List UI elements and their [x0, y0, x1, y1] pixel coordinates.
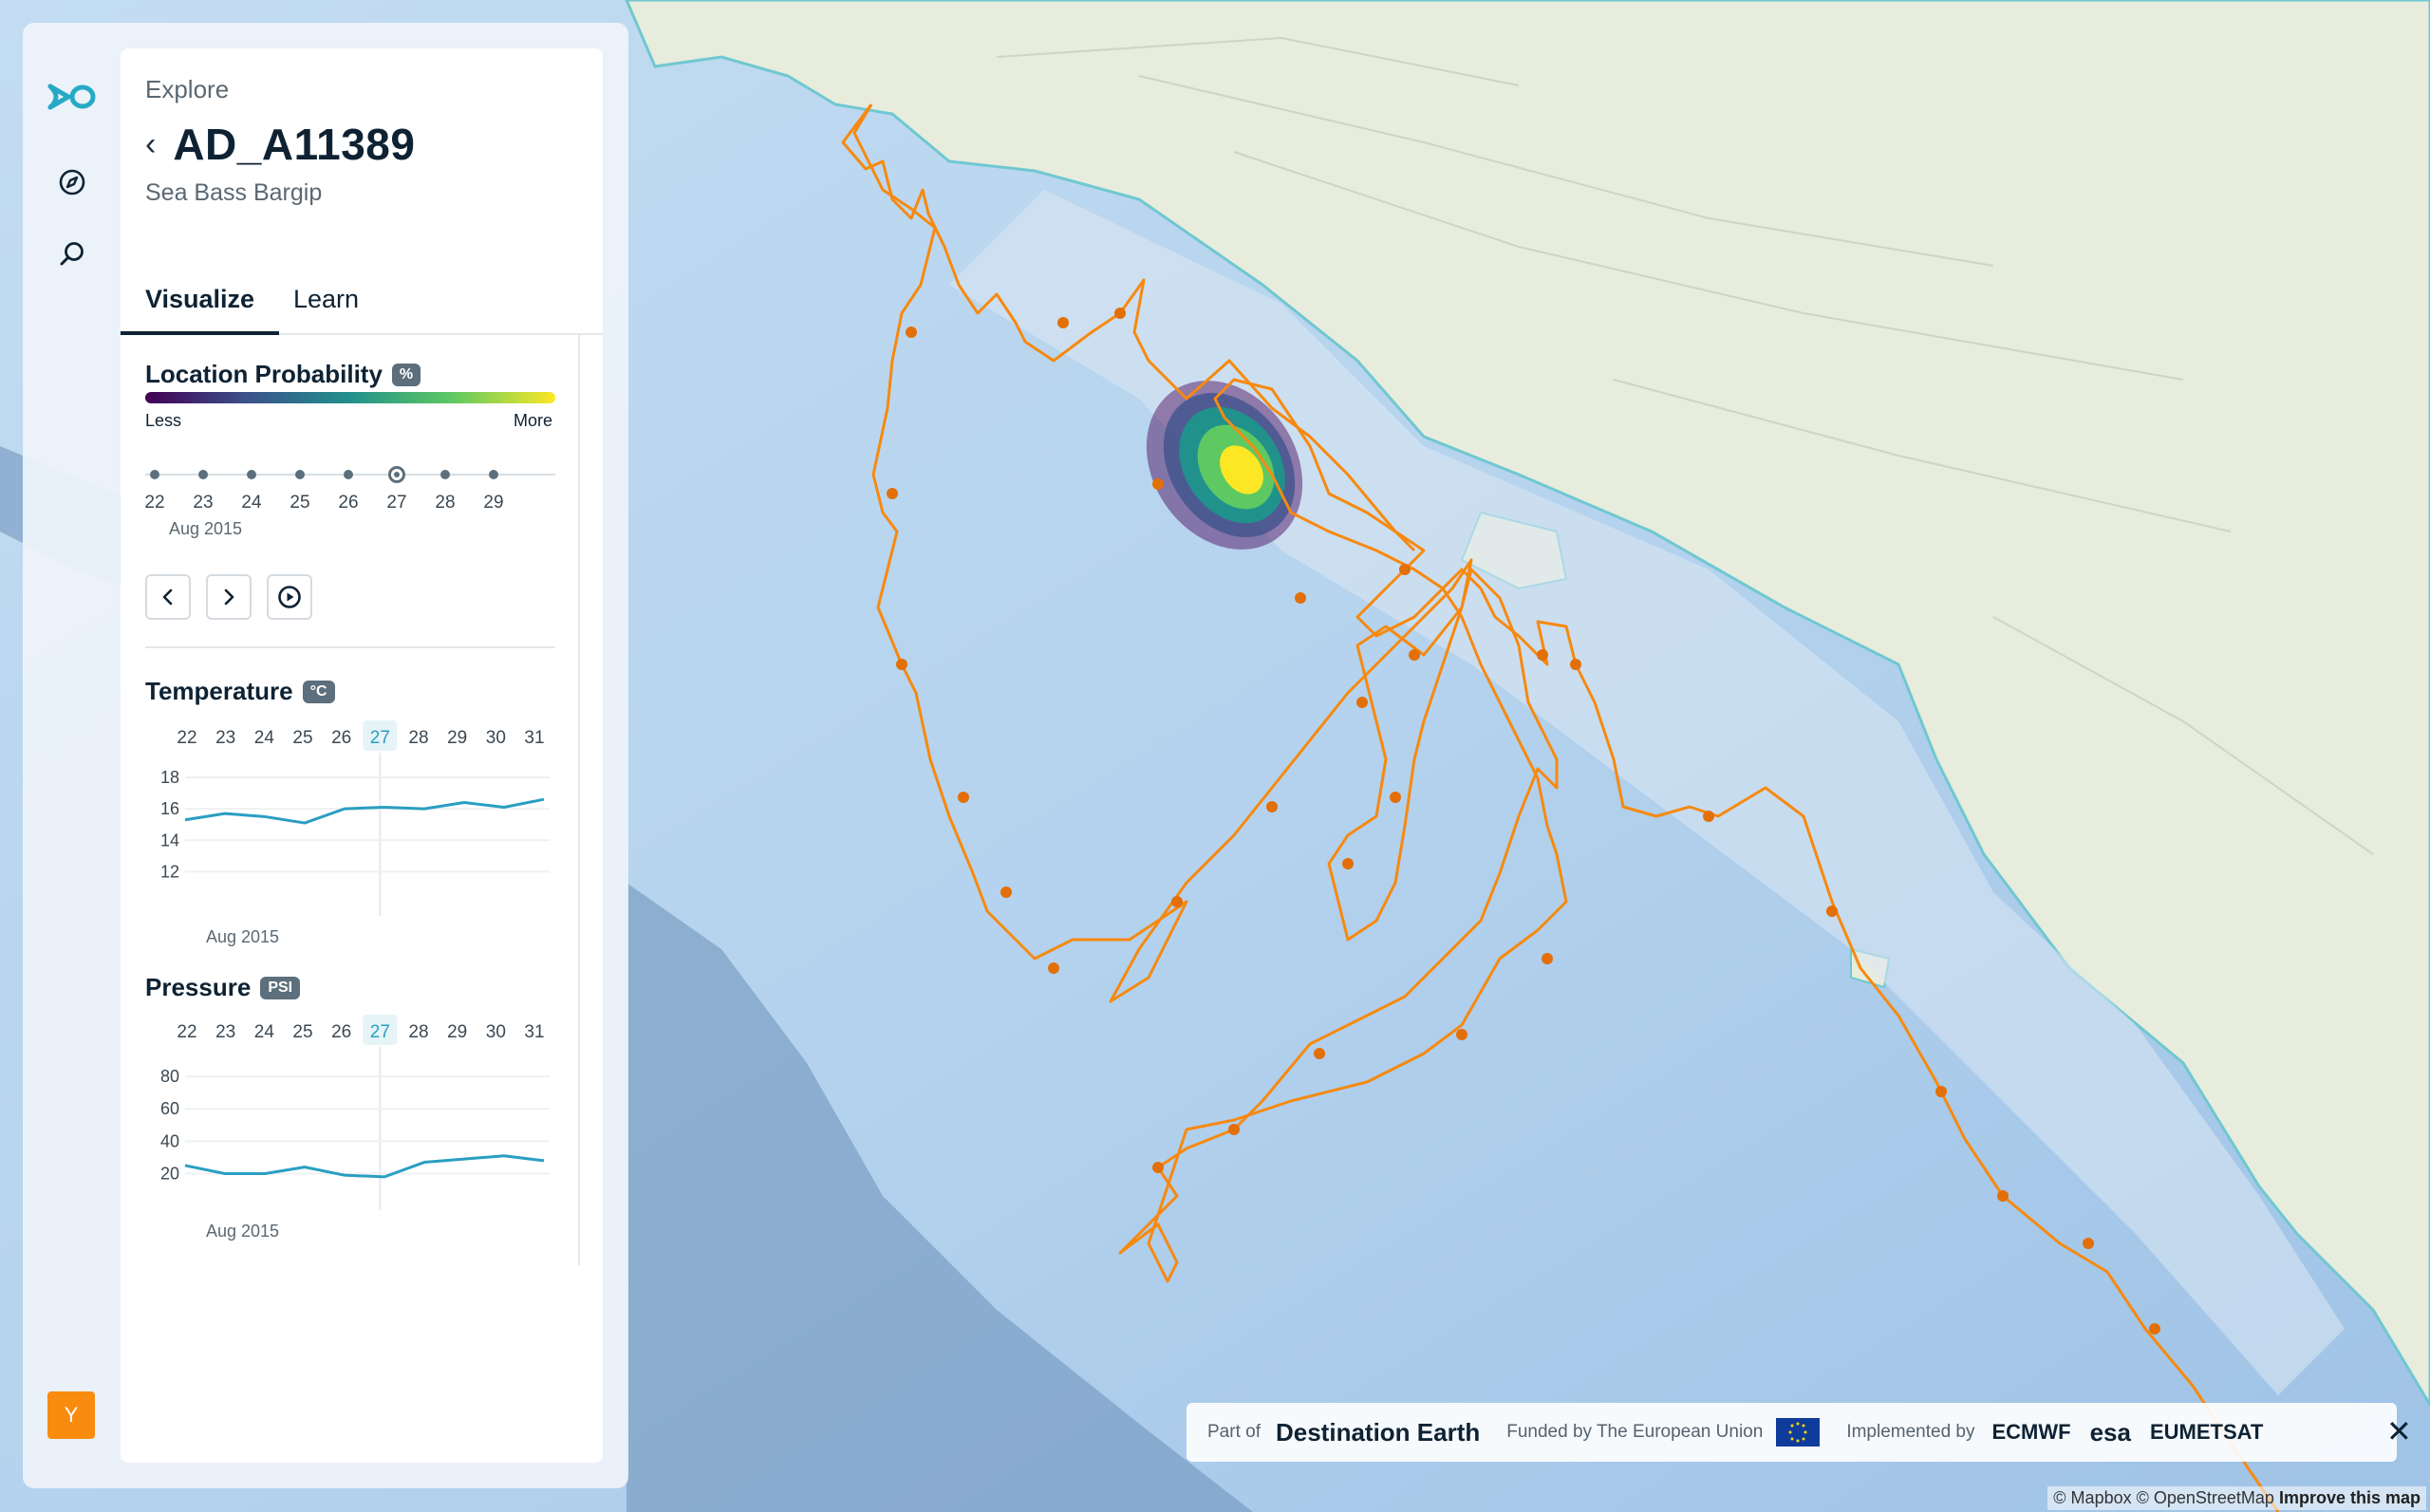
- temperature-chart[interactable]: 22 23 24 25 26 27 28 29 30 31 18 16 14 12 Aug 2015: [121, 719, 578, 946]
- pressure-chart-svg: 22 23 24 25 26 27 28 29 30 31 80 60 40 20 Aug 2015: [160, 1015, 550, 1241]
- x-tick-label: 31: [524, 1022, 544, 1042]
- temperature-chart-svg: 22 23 24 25 26 27 28 29 30 31 18 16 14 12 Aug 2015: [160, 720, 550, 946]
- unit-badge: PSI: [260, 976, 301, 999]
- destination-earth-banner: Part of Destination Earth Funded by The …: [1187, 1403, 2412, 1462]
- x-tick-label: 23: [215, 1022, 235, 1042]
- probability-color-scale: [145, 392, 555, 403]
- eu-flag-icon: [1776, 1418, 1821, 1447]
- timeline-month-label: Aug 2015: [169, 519, 243, 538]
- pressure-title: Pressure PSI: [145, 973, 301, 1002]
- previous-day-button[interactable]: [145, 574, 191, 620]
- legend-low-label: Less: [145, 411, 182, 430]
- x-tick-label: 30: [486, 1022, 506, 1042]
- location-probability-title: Location Probability %: [145, 360, 421, 389]
- implemented-label: Implemented by: [1846, 1422, 1975, 1442]
- nav-rail: Y: [23, 23, 122, 1488]
- timeline-day-label: 23: [193, 493, 214, 513]
- play-button[interactable]: [267, 574, 312, 620]
- y-tick-label: 20: [160, 1164, 179, 1183]
- y-tick-label: 40: [160, 1131, 179, 1150]
- x-tick-label: 24: [254, 728, 275, 748]
- timeline-day-29[interactable]: [489, 470, 498, 479]
- x-tick-label: 26: [331, 1022, 351, 1042]
- back-chevron-icon[interactable]: ‹: [145, 128, 156, 160]
- x-tick-label: 29: [447, 728, 467, 748]
- x-axis-label: Aug 2015: [206, 1222, 279, 1241]
- chevron-left-icon: [162, 588, 173, 606]
- y-tick-label: 12: [160, 862, 179, 881]
- section-title: Temperature: [145, 677, 293, 705]
- x-tick-label: 30: [486, 728, 506, 748]
- tab-visualize[interactable]: Visualize: [121, 276, 280, 335]
- section-divider: [145, 646, 555, 648]
- user-avatar[interactable]: Y: [47, 1391, 95, 1439]
- page-title: AD_A11389: [173, 120, 416, 169]
- x-axis-label: Aug 2015: [206, 927, 279, 946]
- timeline-day-label: 26: [338, 493, 359, 513]
- y-tick-label: 16: [160, 799, 179, 818]
- y-tick-label: 80: [160, 1067, 179, 1086]
- x-tick-label: 27: [370, 1022, 390, 1042]
- esa-logo: esa: [2089, 1417, 2131, 1447]
- y-tick-label: 18: [160, 768, 179, 787]
- next-day-button[interactable]: [206, 574, 252, 620]
- timeline-day-25[interactable]: [295, 470, 305, 479]
- unit-badge: °C: [302, 680, 335, 703]
- timeline-day-label: 27: [386, 493, 407, 513]
- timeline-day-label: 24: [241, 493, 262, 513]
- timeline-day-24[interactable]: [247, 470, 256, 479]
- x-tick-label: 24: [254, 1022, 275, 1042]
- section-title: Location Probability: [145, 360, 383, 388]
- section-title: Pressure: [145, 973, 252, 1001]
- timeline-day-label: 22: [144, 493, 165, 513]
- unit-badge: %: [391, 363, 421, 386]
- eumetsat-logo: EUMETSAT: [2149, 1420, 2264, 1444]
- timeline-day-23[interactable]: [198, 470, 208, 479]
- map-attribution: © Mapbox © OpenStreetMap Improve this ma…: [2047, 1486, 2426, 1510]
- timeline-day-label: 25: [290, 493, 310, 513]
- x-tick-label: 25: [292, 728, 312, 748]
- play-icon: [278, 586, 301, 608]
- series-line: [184, 797, 545, 825]
- legend-high-label: More: [514, 411, 553, 430]
- timeline-day-27[interactable]: [388, 466, 405, 483]
- chevron-right-icon: [224, 588, 234, 606]
- breadcrumb[interactable]: Explore: [145, 75, 229, 104]
- x-tick-label: 31: [524, 728, 544, 748]
- title-row: ‹ AD_A11389: [145, 119, 415, 170]
- timeline-day-label: 28: [435, 493, 456, 513]
- attribution-text[interactable]: © Mapbox © OpenStreetMap: [2053, 1488, 2274, 1507]
- y-tick-label: 14: [160, 831, 179, 849]
- x-tick-label: 29: [447, 1022, 467, 1042]
- x-tick-label: 25: [292, 1022, 312, 1042]
- x-tick-label: 22: [177, 1022, 196, 1042]
- timeline-day-28[interactable]: [440, 470, 450, 479]
- x-tick-label: 26: [331, 728, 351, 748]
- tab-bar: Visualize Learn: [121, 276, 603, 335]
- timeline-day-label: 29: [483, 493, 504, 513]
- y-tick-label: 60: [160, 1099, 179, 1118]
- part-of-label: Part of: [1207, 1422, 1261, 1442]
- close-icon[interactable]: ✕: [2386, 1416, 2412, 1447]
- x-tick-label: 28: [408, 1022, 428, 1042]
- pressure-chart[interactable]: 22 23 24 25 26 27 28 29 30 31 80 60 40 20 Aug 2015: [121, 1013, 578, 1241]
- compass-icon[interactable]: [47, 158, 97, 207]
- timeline-day-26[interactable]: [344, 470, 353, 479]
- search-icon[interactable]: [47, 230, 97, 279]
- details-panel: Explore ‹ AD_A11389 Sea Bass Bargip Visu…: [121, 48, 603, 1463]
- x-tick-label: 28: [408, 728, 428, 748]
- x-tick-label: 23: [215, 728, 235, 748]
- destination-earth-label[interactable]: Destination Earth: [1276, 1418, 1480, 1447]
- x-tick-label: 27: [370, 728, 390, 748]
- tab-learn[interactable]: Learn: [269, 276, 383, 331]
- x-tick-label: 22: [177, 728, 196, 748]
- temperature-title: Temperature °C: [145, 677, 335, 706]
- funded-label: Funded by The European Union: [1506, 1422, 1764, 1442]
- app-logo-icon[interactable]: [47, 72, 97, 121]
- visualize-content: Location Probability % Less More 22 23 24 2…: [121, 335, 580, 1265]
- timeline-day-22[interactable]: [150, 470, 159, 479]
- improve-map-link[interactable]: Improve this map: [2279, 1488, 2421, 1507]
- ecmwf-logo: ECMWF: [1991, 1420, 2071, 1444]
- page-subtitle: Sea Bass Bargip: [145, 179, 323, 206]
